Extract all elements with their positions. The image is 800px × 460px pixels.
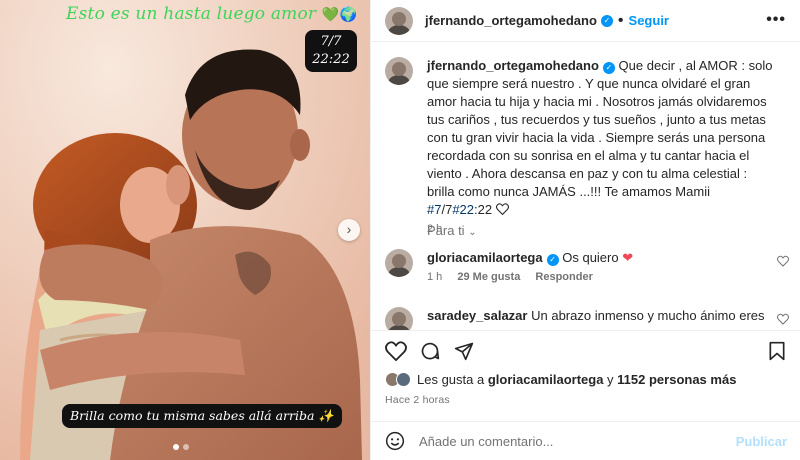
header-separator: • bbox=[617, 11, 624, 29]
comment-text: Os quiero bbox=[562, 250, 623, 265]
like-comment-icon[interactable] bbox=[777, 313, 789, 325]
comment-username[interactable]: gloriacamilaortega bbox=[427, 250, 543, 265]
comment-username[interactable]: saradey_salazar bbox=[427, 308, 527, 323]
verified-badge-icon: ✓ bbox=[602, 62, 615, 74]
comment-time: 1 h bbox=[427, 271, 443, 283]
reply-button[interactable]: Responder bbox=[535, 271, 592, 283]
carousel-dot bbox=[183, 444, 189, 450]
verified-badge-icon: ✓ bbox=[600, 14, 613, 27]
author-avatar[interactable] bbox=[385, 6, 413, 35]
caption-body: jfernando_ortegamohedano ✓ Que decir , al… bbox=[427, 57, 775, 219]
sort-label: Para ti bbox=[427, 223, 465, 238]
media-caption-overlay: Brilla como tu misma sabes allá arriba ✨ bbox=[62, 404, 342, 428]
like-comment-icon[interactable] bbox=[777, 255, 789, 267]
comment-input[interactable]: Añade un comentario... bbox=[419, 434, 553, 449]
chevron-down-icon: ⌄ bbox=[468, 227, 477, 238]
post-timestamp: Hace 2 horas bbox=[385, 394, 450, 406]
hashtag-link[interactable]: #22 bbox=[452, 202, 474, 217]
carousel-dot-active bbox=[173, 444, 179, 450]
caption-text-mid: /7 bbox=[441, 202, 453, 217]
time-badge-time: 22:22 bbox=[312, 52, 350, 67]
liker-avatar bbox=[396, 372, 411, 387]
commenter-avatar[interactable] bbox=[385, 307, 413, 330]
author-username[interactable]: jfernando_ortegamohedano bbox=[425, 13, 597, 28]
carousel-dots bbox=[173, 444, 189, 450]
comment-item: saradey_salazar Un abrazo inmenso y much… bbox=[385, 307, 789, 330]
post-caption: jfernando_ortegamohedano ✓ Que decir , al… bbox=[385, 57, 775, 235]
comment-icon[interactable] bbox=[419, 341, 441, 361]
likes-middle: y bbox=[603, 372, 618, 387]
reply-label: Responder bbox=[535, 271, 593, 283]
caption-avatar[interactable] bbox=[385, 57, 413, 85]
caption-text: Que decir , al AMOR : solo que siempre s… bbox=[427, 58, 773, 199]
heart-globe-emoji: 💚🌍 bbox=[321, 7, 358, 23]
comment-likes[interactable]: 29 Me gusta bbox=[457, 271, 520, 283]
more-options-icon[interactable]: ••• bbox=[766, 11, 786, 29]
caption-meta: 2 h bbox=[427, 223, 775, 235]
time-badge-date: 7/7 bbox=[320, 34, 342, 49]
post-header: jfernando_ortegamohedano ✓ • Seguir ••• bbox=[371, 0, 800, 42]
follow-button[interactable]: Seguir bbox=[629, 13, 669, 28]
comment-item: gloriacamilaortega ✓ Os quiero ❤ 1 h 29 M… bbox=[385, 249, 789, 283]
likes-count[interactable]: 1152 personas más bbox=[617, 372, 736, 387]
publish-button[interactable]: Publicar bbox=[736, 434, 787, 449]
comment-meta: 1 h 29 Me gusta Responder bbox=[427, 271, 775, 283]
bookmark-icon[interactable] bbox=[767, 341, 787, 361]
comments-list[interactable]: jfernando_ortegamohedano ✓ Que decir , al… bbox=[371, 43, 800, 330]
add-comment-bar: Añade un comentario... Publicar bbox=[371, 421, 800, 460]
post-media[interactable]: Esto es un hasta luego amor 💚🌍 7/7 22:22… bbox=[0, 0, 370, 460]
heart-icon[interactable] bbox=[385, 341, 407, 361]
caption-text-end: :22 bbox=[474, 202, 496, 217]
red-heart-emoji: ❤ bbox=[622, 250, 634, 265]
heart-outline-icon bbox=[495, 203, 509, 216]
commenter-avatar[interactable] bbox=[385, 249, 413, 277]
comment-body: saradey_salazar Un abrazo inmenso y much… bbox=[427, 307, 775, 330]
post-side-panel: jfernando_ortegamohedano ✓ • Seguir ••• … bbox=[370, 0, 800, 460]
chevron-right-icon: › bbox=[346, 221, 352, 237]
comment-likes-count: 29 Me gusta bbox=[457, 271, 521, 283]
carousel-next-button[interactable]: › bbox=[338, 219, 360, 241]
emoji-icon[interactable] bbox=[385, 431, 405, 451]
likes-text: Les gusta a gloriacamilaortega y 1152 pe… bbox=[417, 372, 736, 387]
likes-user[interactable]: gloriacamilaortega bbox=[488, 372, 604, 387]
caption-username[interactable]: jfernando_ortegamohedano bbox=[427, 58, 599, 73]
likes-prefix: Les gusta a bbox=[417, 372, 488, 387]
comment-body: gloriacamilaortega ✓ Os quiero ❤ bbox=[427, 249, 775, 267]
post-actions-bar bbox=[371, 330, 800, 368]
share-icon[interactable] bbox=[453, 341, 475, 361]
instagram-post: Esto es un hasta luego amor 💚🌍 7/7 22:22… bbox=[0, 0, 800, 460]
hashtag-link[interactable]: #7 bbox=[427, 202, 441, 217]
verified-badge-icon: ✓ bbox=[546, 254, 559, 266]
story-title-text: Esto es un hasta luego amor 💚🌍 bbox=[66, 4, 357, 24]
time-badge: 7/7 22:22 bbox=[305, 30, 357, 72]
comment-sort-label[interactable]: Para ti ⌄ bbox=[427, 223, 477, 238]
story-title: Esto es un hasta luego amor bbox=[66, 4, 317, 24]
likes-summary[interactable]: Les gusta a gloriacamilaortega y 1152 pe… bbox=[385, 372, 736, 387]
